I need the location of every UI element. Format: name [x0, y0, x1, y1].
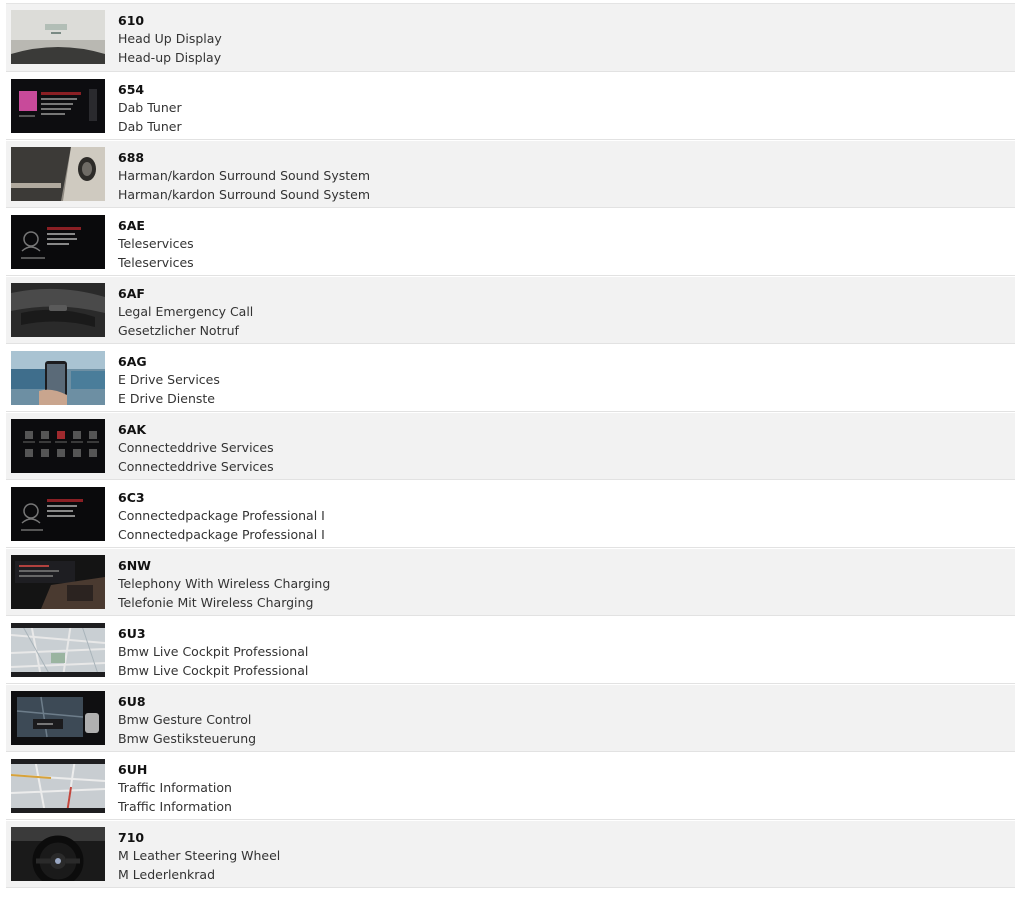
option-name-en: Dab Tuner [118, 100, 182, 115]
option-name-de: Traffic Information [118, 799, 232, 814]
option-list: 610 Head Up Display Head-up Display 654 … [6, 3, 1015, 888]
option-code: 654 [118, 82, 145, 97]
option-row[interactable]: 6AF Legal Emergency Call Gesetzlicher No… [6, 276, 1015, 344]
steering-wheel-image [11, 827, 105, 881]
option-name-en: Bmw Live Cockpit Professional [118, 644, 309, 659]
option-row[interactable]: 6U3 Bmw Live Cockpit Professional Bmw Li… [6, 616, 1015, 684]
option-name-en: Telephony With Wireless Charging [118, 576, 331, 591]
radio-screen-image [11, 79, 105, 133]
option-row[interactable]: 610 Head Up Display Head-up Display [6, 3, 1015, 72]
option-name-de: Harman/kardon Surround Sound System [118, 187, 371, 202]
connected-package-screen-image [11, 487, 105, 541]
option-code: 6AG [118, 354, 147, 369]
option-name-en: Legal Emergency Call [118, 304, 254, 319]
option-name-en: Teleservices [118, 236, 194, 251]
option-code: 6NW [118, 558, 151, 573]
option-name-de: Bmw Gestiksteuerung [118, 731, 257, 746]
option-name-en: Traffic Information [118, 780, 232, 795]
option-row[interactable]: 6AE Teleservices Teleservices [6, 208, 1015, 276]
option-code: 6AK [118, 422, 147, 437]
option-name-de: E Drive Dienste [118, 391, 215, 406]
option-row[interactable]: 710 M Leather Steering Wheel M Lederlenk… [6, 820, 1015, 888]
hud-image [11, 10, 105, 64]
option-name-de: Connectedpackage Professional I [118, 527, 325, 542]
option-row[interactable]: 6AK Connecteddrive Services Connecteddri… [6, 412, 1015, 480]
option-name-en: E Drive Services [118, 372, 220, 387]
option-code: 6AF [118, 286, 145, 301]
option-name-de: Telefonie Mit Wireless Charging [118, 595, 314, 610]
option-name-de: Head-up Display [118, 50, 222, 65]
option-name-de: Connecteddrive Services [118, 459, 274, 474]
option-name-en: Harman/kardon Surround Sound System [118, 168, 371, 183]
navigation-map-image [11, 623, 105, 677]
option-name-de: Gesetzlicher Notruf [118, 323, 239, 338]
option-name-de: Bmw Live Cockpit Professional [118, 663, 309, 678]
sos-button-image [11, 283, 105, 337]
option-name-en: M Leather Steering Wheel [118, 848, 281, 863]
option-name-en: Bmw Gesture Control [118, 712, 252, 727]
option-row[interactable]: 688 Harman/kardon Surround Sound System … [6, 140, 1015, 208]
option-row[interactable]: 6AG E Drive Services E Drive Dienste [6, 344, 1015, 412]
option-name-en: Head Up Display [118, 31, 222, 46]
door-speaker-image [11, 147, 105, 201]
option-code: 710 [118, 830, 145, 845]
connecteddrive-menu-image [11, 419, 105, 473]
option-code: 6UH [118, 762, 148, 777]
option-row[interactable]: 654 Dab Tuner Dab Tuner [6, 72, 1015, 140]
option-name-de: M Lederlenkrad [118, 867, 216, 882]
traffic-map-image [11, 759, 105, 813]
wireless-charging-image [11, 555, 105, 609]
phone-app-image [11, 351, 105, 405]
option-row[interactable]: 6UH Traffic Information Traffic Informat… [6, 752, 1015, 820]
option-code: 6U3 [118, 626, 146, 641]
option-name-en: Connectedpackage Professional I [118, 508, 325, 523]
option-code: 6U8 [118, 694, 146, 709]
option-code: 610 [118, 13, 145, 28]
option-row[interactable]: 6NW Telephony With Wireless Charging Tel… [6, 548, 1015, 616]
option-code: 6C3 [118, 490, 145, 505]
option-code: 6AE [118, 218, 145, 233]
option-name-de: Teleservices [118, 255, 194, 270]
option-row[interactable]: 6C3 Connectedpackage Professional I Conn… [6, 480, 1015, 548]
option-name-de: Dab Tuner [118, 119, 182, 134]
option-row[interactable]: 6U8 Bmw Gesture Control Bmw Gestiksteuer… [6, 684, 1015, 752]
option-name-en: Connecteddrive Services [118, 440, 274, 455]
gesture-control-image [11, 691, 105, 745]
teleservices-screen-image [11, 215, 105, 269]
option-code: 688 [118, 150, 145, 165]
